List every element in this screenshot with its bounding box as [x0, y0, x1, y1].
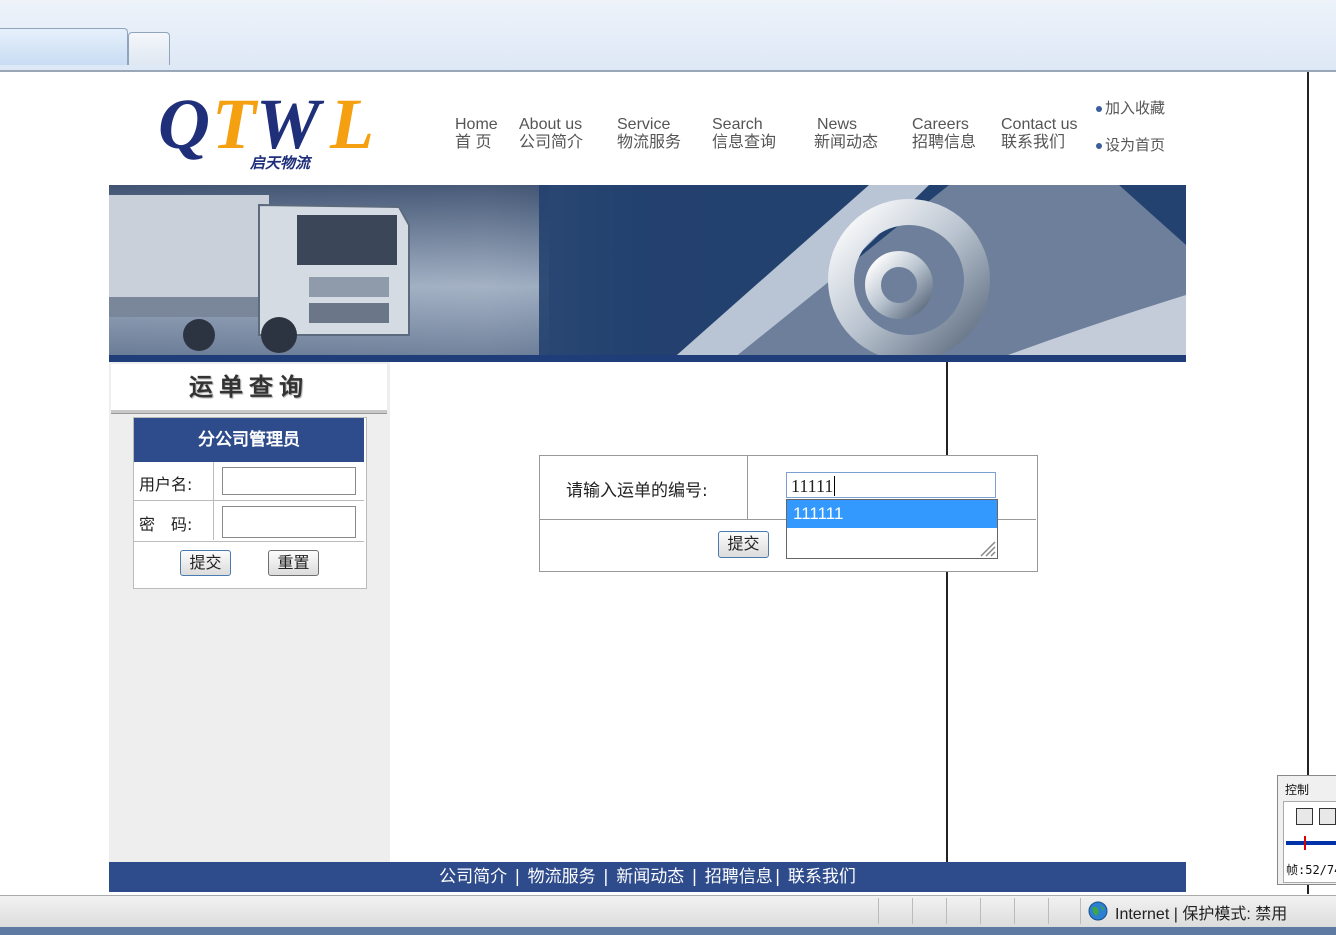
control-panel-title: 控制 [1285, 783, 1310, 797]
divider [1014, 898, 1015, 924]
password-input[interactable] [222, 506, 356, 538]
text-cursor: ​ [834, 476, 836, 496]
browser-new-tab-button[interactable] [128, 32, 170, 65]
footer-link-careers[interactable]: 招聘信息 [705, 867, 773, 887]
set-homepage-link[interactable]: 设为首页 [1096, 134, 1165, 155]
svg-text:T: T [212, 84, 259, 164]
login-heading: 分公司管理员 [134, 418, 364, 462]
nav-contact[interactable]: Contact us 联系我们 [1001, 116, 1077, 152]
divider [912, 898, 913, 924]
svg-text:L: L [329, 84, 371, 164]
taskbar [0, 927, 1336, 935]
browser-tab-active[interactable] [0, 28, 128, 65]
resize-grip-icon[interactable] [978, 539, 996, 557]
pause-icon[interactable] [1296, 808, 1313, 825]
waybill-number-label: 请输入运单的编号: [566, 481, 708, 501]
nav-about[interactable]: About us 公司简介 [519, 116, 583, 152]
svg-text:W: W [256, 84, 325, 164]
username-label: 用户名: [139, 475, 193, 494]
query-submit-button[interactable]: 提交 [718, 531, 769, 558]
bullet-icon [1096, 106, 1102, 113]
nav-news[interactable]: News 新闻动态 [814, 116, 878, 152]
footer-link-about[interactable]: 公司简介 [439, 867, 507, 887]
nav-search[interactable]: Search 信息查询 [712, 116, 776, 152]
footer-nav: 公司简介 | 物流服务 | 新闻动态 | 招聘信息 | 联系我们 [109, 862, 1186, 892]
nav-home[interactable]: Home 首 页 [455, 116, 498, 152]
truck-banner-image [109, 185, 1186, 362]
svg-text:Q: Q [158, 84, 208, 164]
login-reset-button[interactable]: 重置 [268, 550, 319, 576]
globe-icon [1088, 901, 1108, 921]
login-submit-button[interactable]: 提交 [180, 550, 231, 576]
divider [1048, 898, 1049, 924]
svg-text:启天物流: 启天物流 [249, 154, 313, 172]
divider [134, 541, 364, 542]
password-label: 密 码: [139, 515, 193, 534]
nav-service[interactable]: Service 物流服务 [617, 116, 681, 152]
waybill-query-title: 运单查询 [111, 364, 387, 413]
autocomplete-suggestion[interactable]: 111111 [787, 500, 997, 528]
username-input[interactable] [222, 467, 356, 495]
footer-link-contact[interactable]: 联系我们 [788, 867, 856, 887]
divider [1080, 898, 1081, 924]
bullet-icon [1096, 143, 1102, 150]
divider [878, 898, 879, 924]
security-zone-status[interactable]: Internet | 保护模式: 禁用 [1115, 900, 1287, 924]
footer-link-news[interactable]: 新闻动态 [616, 867, 684, 887]
playback-marker[interactable] [1304, 836, 1306, 850]
playback-track[interactable] [1286, 841, 1336, 845]
divider [747, 456, 748, 519]
divider [946, 898, 947, 924]
divider [980, 898, 981, 924]
waybill-number-input[interactable]: 11111​ [786, 472, 996, 498]
divider [213, 462, 214, 540]
column-divider [946, 362, 948, 862]
browser-toolbar [0, 0, 1336, 72]
divider [134, 500, 364, 501]
page-right-border [1307, 72, 1309, 894]
add-favorite-link[interactable]: 加入收藏 [1096, 97, 1165, 118]
frame-counter: 帧:52/74 [1286, 863, 1336, 877]
footer-link-service[interactable]: 物流服务 [528, 867, 596, 887]
nav-careers[interactable]: Careers 招聘信息 [912, 116, 976, 152]
stop-icon[interactable] [1319, 808, 1336, 825]
qtwl-logo[interactable]: Q T W L 启天物流 [158, 84, 388, 176]
